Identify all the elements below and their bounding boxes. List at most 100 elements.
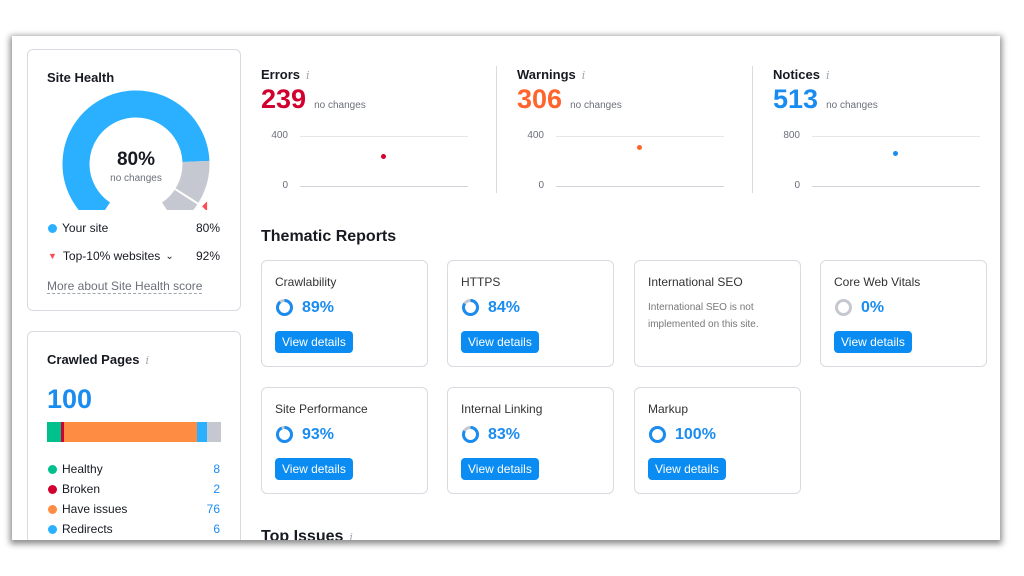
legend-label: Broken — [62, 482, 101, 496]
axis-line — [556, 186, 724, 187]
top10-marker-icon — [202, 201, 208, 210]
site-health-link[interactable]: More about Site Health score — [47, 279, 203, 294]
legend-broken: Broken 2 — [48, 482, 220, 496]
report-title: Core Web Vitals — [834, 275, 921, 289]
axis-line — [812, 186, 980, 187]
view-details-button[interactable]: View details — [461, 458, 539, 480]
metric-value[interactable]: 513 — [773, 84, 818, 115]
legend-healthy: Healthy 8 — [48, 462, 220, 476]
legend-top10[interactable]: ▼ Top-10% websites ⌄ 92% — [48, 249, 220, 263]
top-issues-title: Top Issues i — [261, 528, 353, 540]
y-tick: 0 — [538, 180, 544, 191]
dot-icon — [48, 524, 57, 534]
report-card-internal-linking: Internal Linking 83% View details — [447, 387, 614, 494]
report-title: International SEO — [648, 275, 743, 289]
report-card-core-web-vitals: Core Web Vitals 0% View details — [820, 260, 987, 367]
report-score: 83% — [461, 425, 520, 444]
chevron-down-icon[interactable]: ⌄ — [165, 251, 173, 262]
legend-value: 92% — [195, 249, 220, 263]
axis-line — [300, 186, 468, 187]
legend-label: Healthy — [62, 462, 103, 476]
progress-ring-icon — [462, 426, 479, 443]
report-percent: 100% — [675, 425, 716, 443]
report-percent: 89% — [302, 298, 335, 316]
divider — [496, 66, 497, 193]
report-percent: 83% — [488, 425, 521, 443]
metric-title: Errors i — [261, 67, 310, 82]
dot-icon — [48, 484, 57, 494]
report-card-site-performance: Site Performance 93% View details — [261, 387, 428, 494]
report-score: 0% — [834, 298, 884, 317]
metric-value[interactable]: 306 — [517, 84, 562, 115]
metric-errors: Errors i 239 no changes 400 0 — [261, 36, 491, 196]
legend-value[interactable]: 76 — [207, 502, 220, 516]
info-icon[interactable]: i — [826, 69, 830, 82]
report-card-international-seo: International SEO International SEO is no… — [634, 260, 801, 367]
legend-label: Have issues — [62, 502, 128, 516]
report-title: Markup — [648, 402, 689, 416]
legend-value[interactable]: 2 — [213, 482, 220, 496]
site-health-card: Site Health 80% no changes Your site 80% … — [27, 49, 241, 311]
legend-value: 80% — [195, 221, 220, 235]
metric-change: no changes — [314, 100, 366, 111]
report-title: HTTPS — [461, 275, 501, 289]
view-details-button[interactable]: View details — [461, 331, 539, 353]
legend-have-issues: Have issues 76 — [48, 502, 220, 516]
info-icon[interactable]: i — [349, 531, 353, 540]
gridline — [300, 136, 468, 137]
divider — [752, 66, 753, 193]
site-health-value: 80% — [116, 149, 156, 170]
metric-notices: Notices i 513 no changes 800 0 — [773, 36, 1000, 196]
report-title: Crawlability — [275, 275, 337, 289]
dashboard-panel: Site Health 80% no changes Your site 80% … — [12, 36, 1000, 540]
data-point[interactable] — [381, 153, 386, 159]
legend-your-site: Your site 80% — [48, 221, 220, 235]
y-tick: 0 — [282, 180, 288, 191]
site-health-change: no changes — [110, 173, 162, 184]
report-card-crawlability: Crawlability 89% View details — [261, 260, 428, 367]
crawled-pages-card: Crawled Pages i 100 Healthy 8 Broken 2 Have i… — [27, 331, 241, 540]
y-tick: 400 — [271, 130, 288, 141]
dot-icon — [48, 464, 57, 474]
view-details-button[interactable]: View details — [834, 331, 912, 353]
site-health-gauge — [62, 90, 210, 210]
report-score: 93% — [275, 425, 334, 444]
progress-ring-icon — [276, 299, 293, 316]
progress-ring-icon — [835, 299, 852, 316]
info-icon[interactable]: i — [306, 69, 310, 82]
metric-title: Notices i — [773, 67, 830, 82]
triangle-down-icon: ▼ — [48, 251, 57, 261]
legend-value[interactable]: 8 — [213, 462, 220, 476]
legend-label: Your site — [62, 221, 109, 235]
progress-ring-icon — [649, 426, 666, 443]
legend-value[interactable]: 6 — [213, 522, 220, 536]
y-tick: 800 — [783, 130, 800, 141]
view-details-button[interactable]: View details — [275, 458, 353, 480]
metric-warnings: Warnings i 306 no changes 400 0 — [517, 36, 747, 196]
data-point[interactable] — [893, 151, 898, 157]
report-title: Internal Linking — [461, 402, 543, 416]
report-title: Site Performance — [275, 402, 368, 416]
legend-label: Top-10% websites — [62, 249, 161, 263]
metric-value[interactable]: 239 — [261, 84, 306, 115]
info-icon[interactable]: i — [582, 69, 586, 82]
legend-label: Redirects — [62, 522, 113, 536]
gridline — [556, 136, 724, 137]
progress-ring-icon — [462, 299, 479, 316]
report-score: 89% — [275, 298, 334, 317]
report-score: 100% — [648, 425, 716, 444]
report-card-markup: Markup 100% View details — [634, 387, 801, 494]
report-card-https: HTTPS 84% View details — [447, 260, 614, 367]
dot-icon — [48, 504, 57, 514]
report-percent: 0% — [861, 298, 885, 316]
progress-ring-icon — [276, 426, 293, 443]
dot-icon — [48, 223, 57, 233]
view-details-button[interactable]: View details — [648, 458, 726, 480]
legend-redirects: Redirects 6 — [48, 522, 220, 536]
thematic-reports-title: Thematic Reports — [261, 228, 397, 245]
view-details-button[interactable]: View details — [275, 331, 353, 353]
data-point[interactable] — [637, 145, 642, 151]
metric-change: no changes — [570, 100, 622, 111]
report-description: International SEO is not implemented on … — [648, 302, 759, 330]
metric-title: Warnings i — [517, 67, 586, 82]
